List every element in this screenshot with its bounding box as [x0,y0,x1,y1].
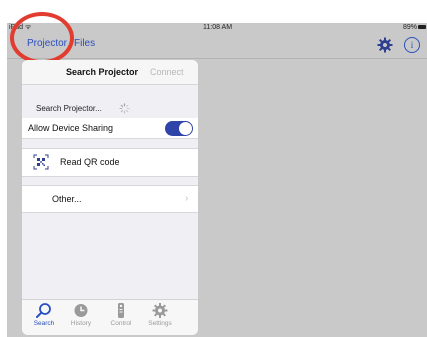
allow-device-sharing-toggle[interactable] [165,121,193,136]
other-row[interactable]: Other... › [22,185,198,213]
popover-header: Search Projector Connect [22,60,198,85]
tab-control-label: Control [110,320,132,327]
tab-bar: Search History Control Settings [22,299,198,335]
clock-icon [74,304,88,317]
toggle-knob [179,122,192,135]
allow-device-sharing-row: Allow Device Sharing [22,118,198,139]
tab-control[interactable]: Control [101,302,141,327]
magnifier-icon [36,303,51,318]
spinner-icon [119,103,130,114]
read-qr-code-row[interactable]: Read QR code [22,148,198,177]
remote-icon [118,303,124,318]
gear-icon[interactable] [377,37,393,53]
qr-code-icon [33,154,49,170]
connect-button[interactable]: Connect [150,67,184,77]
info-icon[interactable]: i [404,37,420,53]
chevron-right-icon: › [185,193,189,204]
annotation-circle [10,12,74,64]
tab-search[interactable]: Search [24,302,64,327]
searching-label: Search Projector... [36,104,102,113]
tab-search-label: Search [33,320,55,327]
tab-settings-label: Settings [148,320,172,327]
tab-files[interactable]: Files [74,38,95,49]
battery-icon [418,25,426,29]
tab-settings[interactable]: Settings [140,302,180,327]
search-projector-popover: Search Projector Connect Search Projecto… [22,60,198,335]
read-qr-code-label: Read QR code [60,157,120,167]
tab-history[interactable]: History [61,302,101,327]
clock-label: 11:08 AM [203,24,233,31]
popover-title: Search Projector [66,67,139,77]
tab-history-label: History [70,320,92,327]
battery-label: 89% [402,24,417,31]
allow-device-sharing-label: Allow Device Sharing [28,123,114,133]
gear-icon [152,303,168,318]
other-label: Other... [52,194,82,204]
